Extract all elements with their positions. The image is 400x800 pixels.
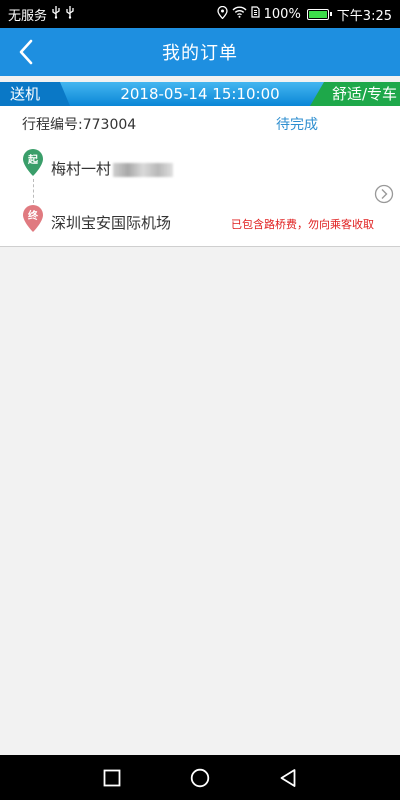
- route-connector: [33, 179, 34, 203]
- back-nav-button[interactable]: [275, 765, 301, 791]
- clock-time: 下午3:25: [336, 8, 392, 24]
- origin-address: 梅村一村: [51, 158, 174, 179]
- usb-icon: [51, 5, 61, 23]
- square-icon: [103, 769, 121, 786]
- status-left: 无服务: [8, 5, 75, 24]
- battery-percent: 100%: [263, 6, 301, 22]
- page-title: 我的订单: [162, 43, 238, 64]
- status-bar: 无服务 100% 下午3:25: [0, 0, 400, 28]
- start-marker-icon: 起: [23, 149, 43, 176]
- end-marker-icon: 终: [23, 205, 43, 232]
- trip-info-row: 行程编号:773004 待完成: [0, 114, 400, 134]
- order-card[interactable]: 2018-05-14 15:10:00 送机 舒适/专车 行程编号:773004…: [0, 82, 400, 247]
- car-type-tag: 舒适/专车: [310, 82, 400, 106]
- chevron-right-circle-icon: [374, 184, 394, 204]
- wifi-icon: [232, 6, 247, 22]
- status-right: 100% 下午3:25: [216, 5, 392, 24]
- toll-note: 已包含路桥费，勿向乘客收取: [231, 218, 374, 231]
- destination-address: 深圳宝安国际机场: [51, 214, 172, 232]
- order-status: 待完成: [276, 117, 318, 133]
- origin-text: 梅村一村: [51, 160, 112, 178]
- chevron-left-icon: [19, 39, 33, 65]
- trip-number: 行程编号:773004: [22, 117, 137, 133]
- carrier-text: 无服务: [8, 8, 48, 24]
- redacted-address: [113, 162, 174, 177]
- trip-type-tag: 送机: [0, 82, 70, 106]
- order-banner: 2018-05-14 15:10:00 送机 舒适/专车: [0, 82, 400, 106]
- home-button[interactable]: [187, 765, 213, 791]
- circle-icon: [190, 768, 210, 787]
- location-icon: [216, 5, 228, 23]
- usb-icon: [65, 5, 75, 23]
- back-button[interactable]: [8, 34, 44, 70]
- start-marker-label: 起: [27, 153, 39, 166]
- recent-apps-button[interactable]: [99, 765, 125, 791]
- app-header: 我的订单: [0, 28, 400, 76]
- battery-icon: [306, 8, 332, 20]
- triangle-back-icon: [280, 768, 296, 787]
- navigation-bar: [0, 755, 400, 800]
- end-marker-label: 终: [28, 209, 39, 222]
- sim-icon: [251, 6, 260, 22]
- order-detail-button[interactable]: [374, 184, 394, 204]
